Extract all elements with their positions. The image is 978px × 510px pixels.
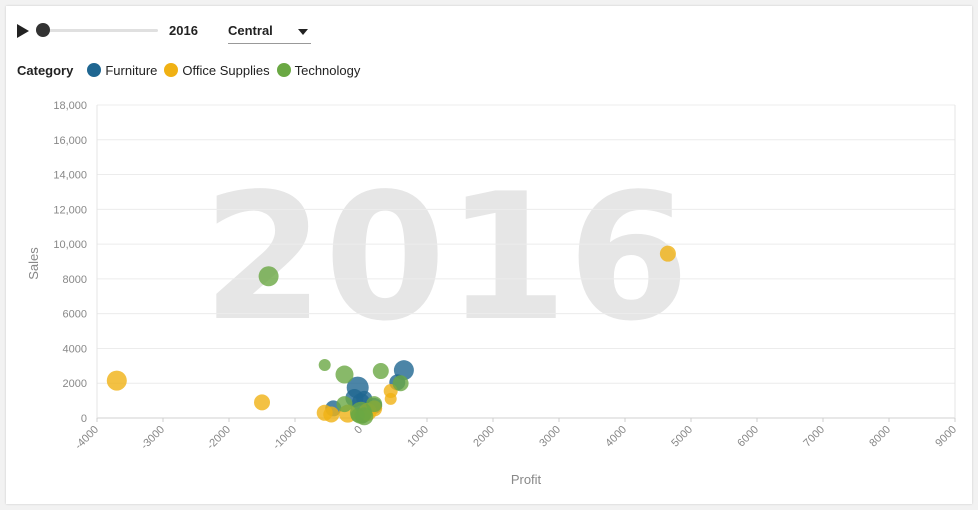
point-technology	[318, 358, 331, 371]
x-tick-label: 1000	[405, 424, 431, 450]
x-tick-label: 2000	[471, 424, 497, 450]
y-tick-label: 12,000	[53, 204, 87, 216]
point-office-supplies	[659, 245, 676, 262]
point-office-supplies	[106, 370, 127, 391]
point-office-supplies	[254, 394, 270, 411]
x-tick-label: -1000	[271, 424, 299, 452]
x-tick-label: 9000	[933, 424, 959, 450]
y-tick-label: 10,000	[53, 239, 87, 251]
y-tick-label: 18,000	[53, 100, 87, 112]
y-axis-ticks: 0 2000 4000 6000 8000 10,000 12,000 14,000 16,00…	[53, 100, 87, 425]
x-tick-label: -2000	[205, 424, 233, 452]
scatter-chart: 2016 -4000 -3000 -2000 -1000 0 1000 2000 3000 40…	[26, 100, 959, 487]
x-tick-label: 5000	[669, 424, 695, 450]
x-tick-label: 0	[352, 424, 365, 437]
x-tick-label: 8000	[867, 424, 893, 450]
point-technology	[335, 365, 354, 384]
point-technology	[392, 375, 409, 392]
point-office-supplies	[323, 406, 340, 423]
point-technology	[372, 363, 389, 380]
y-tick-label: 16,000	[53, 135, 87, 147]
year-watermark: 2016	[202, 157, 689, 360]
x-tick-label: 4000	[603, 424, 629, 450]
y-tick-label: 14,000	[53, 170, 87, 182]
y-tick-label: 2000	[63, 378, 87, 390]
y-tick-label: 4000	[63, 343, 87, 355]
x-tick-label: 7000	[801, 424, 827, 450]
y-axis-title: Sales	[26, 247, 41, 280]
x-tick-label: 6000	[735, 424, 761, 450]
point-office-supplies	[384, 392, 397, 405]
point-technology	[258, 266, 279, 287]
y-tick-label: 6000	[63, 309, 87, 321]
x-axis-title: Profit	[511, 472, 542, 487]
x-tick-label: -3000	[139, 424, 167, 452]
x-tick-label: -4000	[73, 424, 101, 452]
y-tick-label: 8000	[63, 274, 87, 286]
point-technology	[350, 408, 365, 423]
point-technology	[336, 396, 353, 413]
x-axis-ticks: -4000 -3000 -2000 -1000 0 1000 2000 3000 4000 500…	[73, 418, 959, 452]
x-tick-label: 3000	[537, 424, 563, 450]
y-tick-label: 0	[81, 413, 87, 425]
